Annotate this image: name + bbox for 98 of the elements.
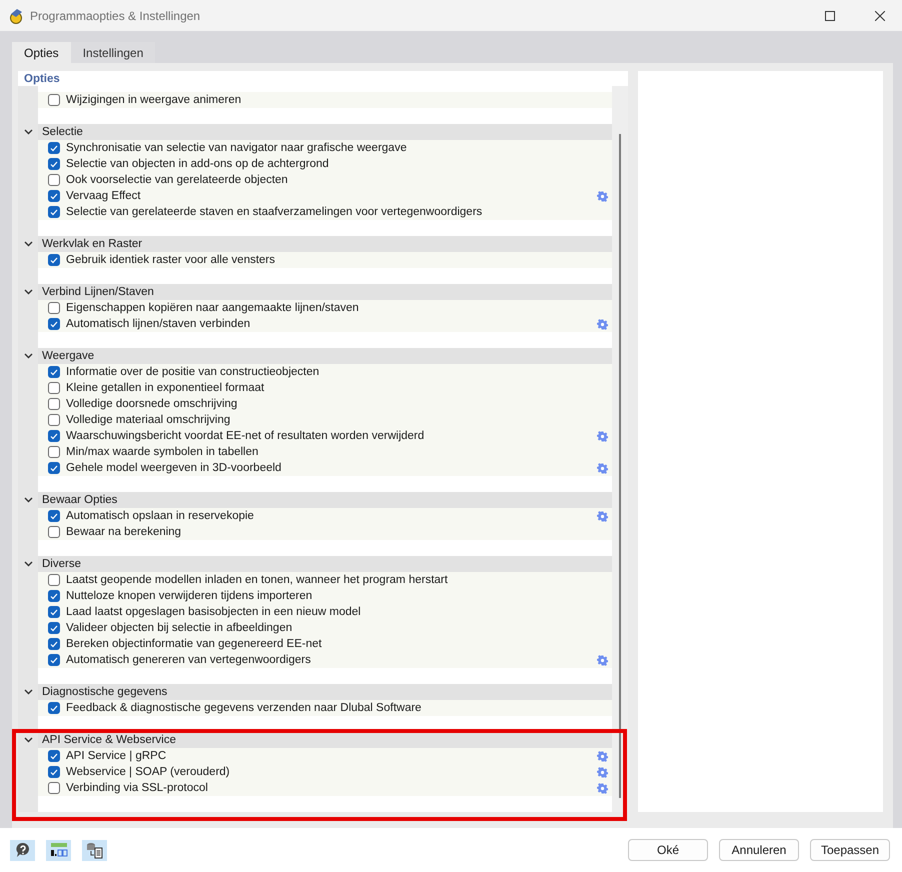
chevron-icon[interactable] — [24, 737, 32, 743]
dialog-button[interactable]: Toepassen — [810, 839, 890, 861]
option-label: Volledige doorsnede omschrijving — [66, 398, 238, 410]
gear-icon[interactable] — [597, 766, 608, 778]
option-label: Kleine getallen in exponentieel formaat — [66, 382, 266, 394]
dialog-button[interactable]: Oké — [628, 839, 708, 861]
close-icon — [875, 10, 885, 20]
checkbox[interactable] — [48, 142, 60, 154]
section-header[interactable]: Werkvlak en Raster — [38, 236, 612, 252]
option-label: Wijzigingen in weergave animeren — [66, 94, 242, 106]
database-document-button[interactable] — [82, 840, 107, 860]
section-header[interactable]: API Service & Webservice — [38, 732, 612, 748]
dialog-button[interactable]: Annuleren — [719, 839, 799, 861]
option-label: Bereken objectinformatie van gegenereerd EE-net — [66, 638, 323, 650]
checkbox[interactable] — [48, 622, 60, 634]
option-label: Synchronisatie van selectie van navigator naar grafische weergave — [66, 142, 408, 154]
database-document-icon — [86, 842, 104, 858]
section-header[interactable]: Selectie — [38, 124, 612, 140]
checkbox[interactable] — [48, 590, 60, 602]
option-label: API Service | gRPC — [66, 750, 168, 762]
gear-icon[interactable] — [597, 510, 608, 522]
checkbox[interactable] — [48, 174, 60, 186]
chevron-icon[interactable] — [24, 689, 32, 695]
number-format-icon — [50, 842, 68, 858]
gear-icon[interactable] — [597, 782, 608, 794]
option-label: Valideer objecten bij selectie in afbeeldingen — [66, 622, 294, 634]
panel-title: Opties — [24, 72, 60, 84]
number-format-button[interactable] — [46, 840, 71, 860]
help-button[interactable] — [10, 840, 35, 860]
gear-icon[interactable] — [597, 430, 608, 442]
option-label: Min/max waarde symbolen in tabellen — [66, 446, 260, 458]
window-title: Programmaopties & Instellingen — [30, 8, 202, 22]
checkbox[interactable] — [48, 366, 60, 378]
option-label: Informatie over de positie van constructieobjecten — [66, 366, 320, 378]
tab[interactable]: Instellingen — [70, 42, 156, 63]
checkbox[interactable] — [48, 510, 60, 522]
checkbox[interactable] — [48, 414, 60, 426]
chevron-icon[interactable] — [24, 241, 32, 247]
maximize-icon — [825, 10, 835, 20]
checkbox[interactable] — [48, 606, 60, 618]
option-label: Bewaar na berekening — [66, 526, 182, 538]
section-header[interactable]: Bewaar Opties — [38, 492, 612, 508]
option-label: Selectie van gerelateerde staven en staafverzamelingen voor vertegenwoordigers — [66, 206, 484, 218]
option-label: Feedback & diagnostische gegevens verzenden naar Dlubal Software — [66, 702, 422, 714]
checkbox[interactable] — [48, 654, 60, 666]
checkbox[interactable] — [48, 254, 60, 266]
option-label: Waarschuwingsbericht voordat EE-net of resultaten worden verwijderd — [66, 430, 426, 442]
option-label: Ook voorselectie van gerelateerde objecten — [66, 174, 289, 186]
chevron-icon[interactable] — [24, 353, 32, 359]
option-label: Verbinding via SSL-protocol — [66, 782, 209, 794]
tab[interactable]: Opties — [12, 42, 71, 63]
checkbox[interactable] — [48, 782, 60, 794]
chevron-icon[interactable] — [24, 289, 32, 295]
checkbox[interactable] — [48, 158, 60, 170]
gear-icon[interactable] — [597, 750, 608, 762]
gear-icon[interactable] — [597, 462, 608, 474]
app-logo-icon — [8, 8, 24, 24]
chevron-icon[interactable] — [24, 129, 32, 135]
checkbox[interactable] — [48, 430, 60, 442]
section-header[interactable]: Verbind Lijnen/Staven — [38, 284, 612, 300]
gear-icon[interactable] — [597, 190, 608, 202]
checkbox[interactable] — [48, 382, 60, 394]
gear-icon[interactable] — [597, 654, 608, 666]
chevron-icon[interactable] — [24, 497, 32, 503]
checkbox[interactable] — [48, 94, 60, 106]
option-label: Laad laatst opgeslagen basisobjecten in een nieuw model — [66, 606, 362, 618]
scrollbar-thumb[interactable] — [619, 134, 621, 798]
checkbox[interactable] — [48, 206, 60, 218]
checkbox[interactable] — [48, 574, 60, 586]
option-label: Laatst geopende modellen inladen en tonen, wanneer het program herstart — [66, 574, 449, 586]
option-label: Automatisch lijnen/staven verbinden — [66, 318, 252, 330]
option-label: Nutteloze knopen verwijderen tijdens importeren — [66, 590, 314, 602]
checkbox[interactable] — [48, 318, 60, 330]
option-label: Vervaag Effect — [66, 190, 142, 202]
option-label: Gebruik identiek raster voor alle vensters — [66, 254, 276, 266]
section-header[interactable]: Diagnostische gegevens — [38, 684, 612, 700]
section-header[interactable]: Diverse — [38, 556, 612, 572]
option-label: Automatisch genereren van vertegenwoordigers — [66, 654, 312, 666]
checkbox[interactable] — [48, 750, 60, 762]
checkbox[interactable] — [48, 526, 60, 538]
option-label: Gehele model weergeven in 3D-voorbeeld — [66, 462, 282, 474]
option-label: Selectie van objecten in add-ons op de achtergrond — [66, 158, 330, 170]
checkbox[interactable] — [48, 462, 60, 474]
chevron-icon[interactable] — [24, 561, 32, 567]
help-icon — [14, 842, 30, 858]
checkbox[interactable] — [48, 766, 60, 778]
option-label: Automatisch opslaan in reservekopie — [66, 510, 255, 522]
option-label: Volledige materiaal omschrijving — [66, 414, 232, 426]
checkbox[interactable] — [48, 302, 60, 314]
checkbox[interactable] — [48, 638, 60, 650]
section-header[interactable]: Weergave — [38, 348, 612, 364]
checkbox[interactable] — [48, 702, 60, 714]
checkbox[interactable] — [48, 446, 60, 458]
checkbox[interactable] — [48, 190, 60, 202]
option-label: Eigenschappen kopiëren naar aangemaakte lijnen/staven — [66, 302, 360, 314]
checkbox[interactable] — [48, 398, 60, 410]
gear-icon[interactable] — [597, 318, 608, 330]
option-label: Webservice | SOAP (verouderd) — [66, 766, 231, 778]
